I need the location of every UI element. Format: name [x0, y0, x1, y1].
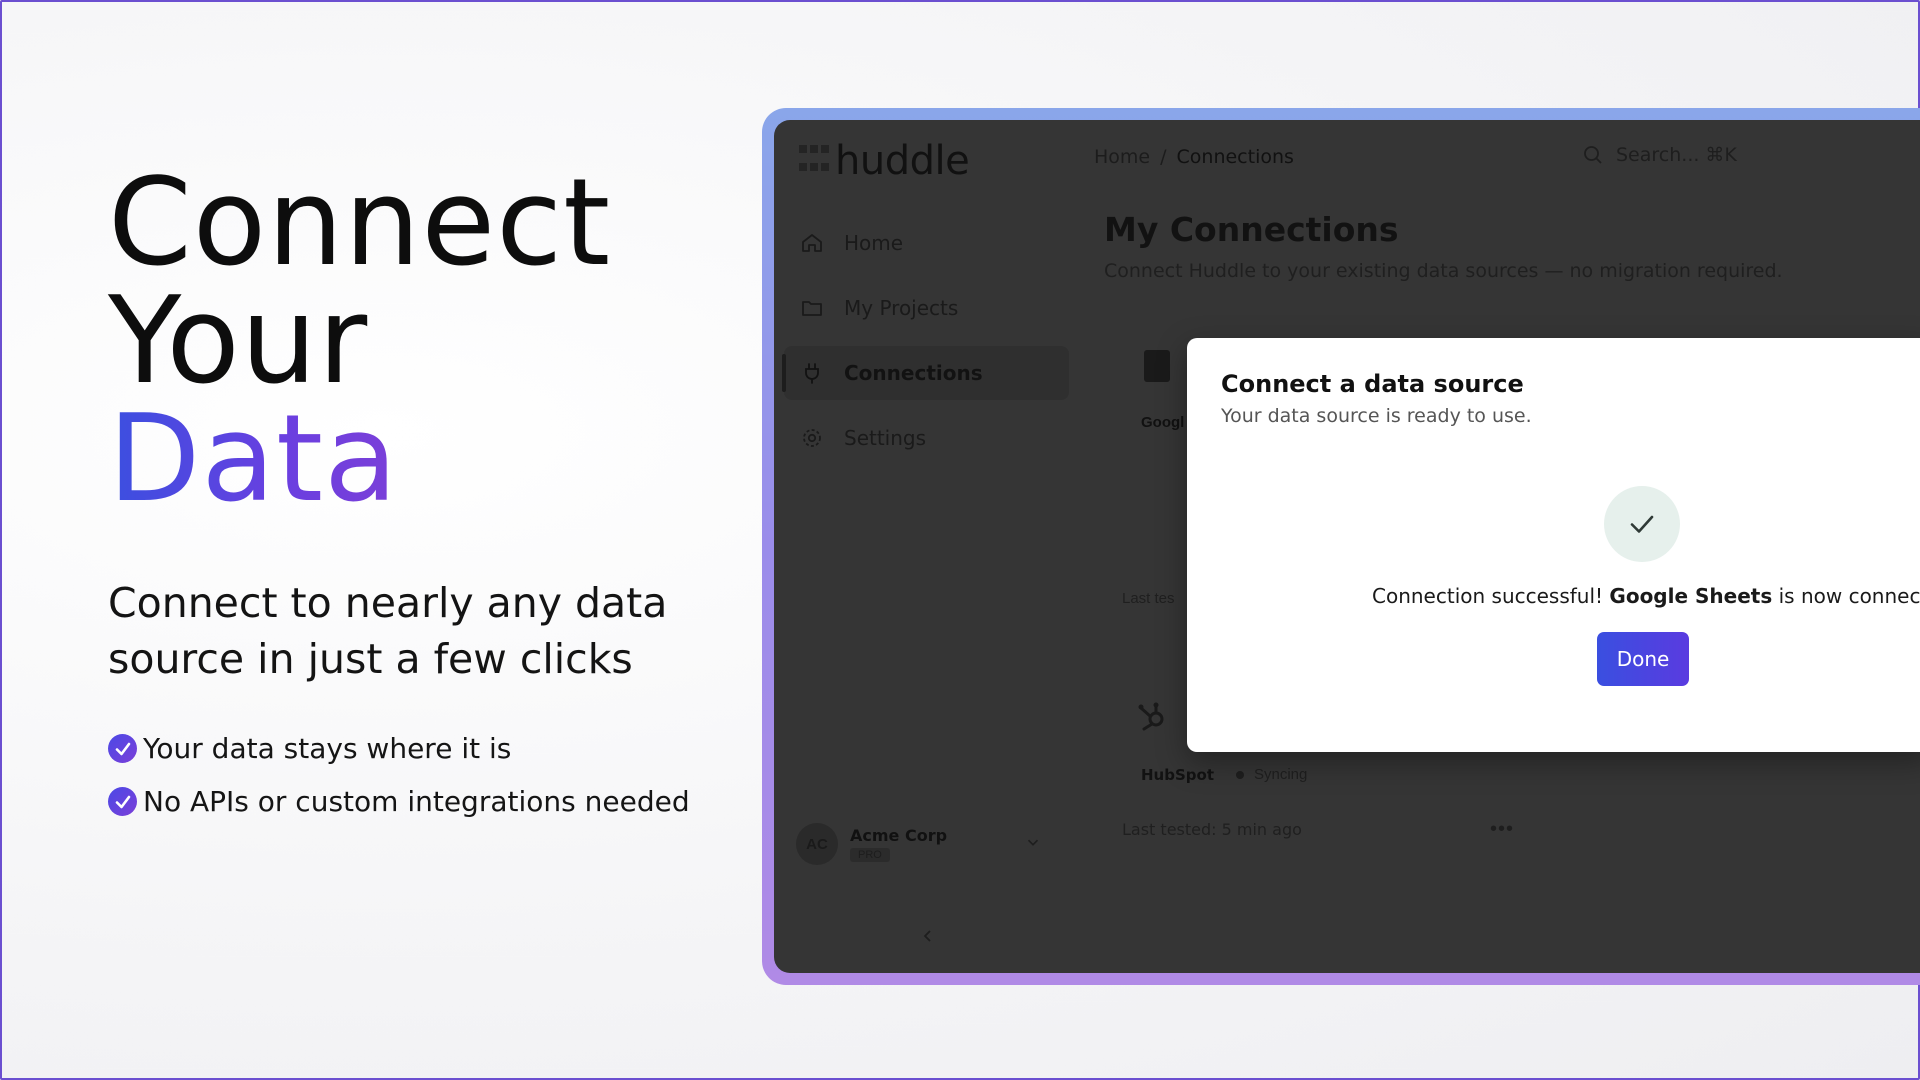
- page-title: My Connections: [1104, 210, 1399, 249]
- feature-list: Your data stays where it is No APIs or c…: [108, 722, 690, 828]
- chevron-down-icon: [1027, 839, 1039, 846]
- breadcrumb-home[interactable]: Home: [1094, 146, 1150, 168]
- connection-card-name: Googl: [1141, 414, 1185, 431]
- done-button[interactable]: Done: [1597, 632, 1689, 686]
- connect-data-source-dialog: Connect a data source Your data source i…: [1187, 338, 1920, 752]
- chevron-left-icon[interactable]: [918, 926, 938, 946]
- logo-mark-icon: [799, 145, 829, 177]
- account-name: Acme Corp: [850, 825, 948, 845]
- connection-card-name: HubSpot: [1141, 766, 1214, 784]
- sidebar-item-home[interactable]: Home: [784, 216, 1069, 270]
- dialog-subtitle: Your data source is ready to use.: [1221, 405, 1532, 427]
- success-check-icon: [1604, 486, 1680, 562]
- breadcrumb: Home / Connections: [1094, 146, 1294, 168]
- feature-label: No APIs or custom integrations needed: [143, 785, 690, 818]
- check-badge-icon: [108, 787, 137, 816]
- success-message-prefix: Connection successful!: [1372, 584, 1610, 608]
- hero-heading: Connect Your Data: [108, 164, 708, 520]
- connection-card-last-tested: Last tested: 5 min ago: [1122, 820, 1302, 839]
- success-message-source: Google Sheets: [1609, 584, 1773, 608]
- logo-text: huddle: [835, 138, 970, 184]
- plug-icon: [805, 363, 819, 384]
- sidebar-item-connections[interactable]: Connections: [782, 346, 1069, 400]
- plan-badge: PRO: [850, 847, 890, 862]
- sidebar-nav: Home My Projects Connections Settings: [782, 216, 1069, 476]
- sidebar-item-label: My Projects: [844, 296, 959, 320]
- hubspot-icon: [1138, 702, 1164, 731]
- search-placeholder: Search... ⌘K: [1616, 144, 1737, 166]
- feature-item: No APIs or custom integrations needed: [108, 775, 690, 828]
- success-message-suffix: is now connected.: [1778, 584, 1920, 608]
- sidebar-item-label: Settings: [844, 426, 927, 450]
- home-icon: [802, 234, 822, 252]
- sidebar-item-my-projects[interactable]: My Projects: [784, 281, 1069, 335]
- connection-card-last-tested: Last tes: [1122, 590, 1175, 607]
- dialog-title: Connect a data source: [1221, 370, 1524, 398]
- hero-line-3: Data: [108, 390, 399, 529]
- hero-subtitle: Connect to nearly any data source in jus…: [108, 579, 668, 683]
- gear-icon: [803, 429, 821, 447]
- sidebar-item-label: Connections: [844, 361, 983, 385]
- check-badge-icon: [108, 734, 137, 763]
- status-dot-icon: [1236, 770, 1244, 779]
- search-input[interactable]: Search... ⌘K: [1582, 144, 1737, 166]
- more-options-icon[interactable]: •••: [1490, 818, 1514, 841]
- google-sheets-icon: [1144, 350, 1170, 382]
- feature-item: Your data stays where it is: [108, 722, 690, 775]
- sidebar-item-label: Home: [844, 231, 904, 255]
- search-icon: [1584, 146, 1602, 164]
- success-message: Connection successful! Google Sheets is …: [1372, 584, 1920, 608]
- page-description: Connect Huddle to your existing data sou…: [1104, 260, 1783, 282]
- feature-label: Your data stays where it is: [143, 732, 512, 765]
- avatar: AC: [796, 823, 838, 865]
- logo[interactable]: huddle: [799, 138, 970, 184]
- status-label: Syncing: [1254, 766, 1308, 783]
- folder-icon: [802, 301, 822, 316]
- account-switcher[interactable]: AC Acme Corp PRO: [796, 823, 1056, 865]
- breadcrumb-current: Connections: [1176, 146, 1294, 168]
- status-badge: Syncing: [1236, 766, 1307, 783]
- sidebar-item-settings[interactable]: Settings: [784, 411, 1069, 465]
- breadcrumb-separator: /: [1160, 146, 1167, 168]
